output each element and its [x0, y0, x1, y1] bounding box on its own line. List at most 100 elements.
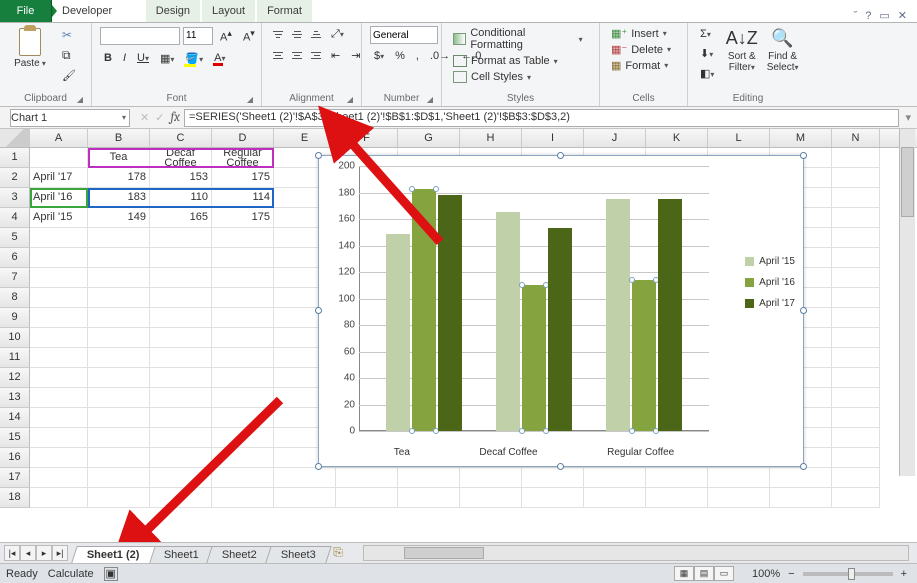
autosum-button[interactable]: Σ▾ — [696, 26, 718, 42]
cell-L18[interactable] — [708, 488, 770, 508]
cell-A14[interactable] — [30, 408, 88, 428]
cell-H18[interactable] — [460, 488, 522, 508]
cell-G17[interactable] — [398, 468, 460, 488]
chart-legend[interactable]: April '15April '16April '17 — [745, 256, 795, 309]
row-header-18[interactable]: 18 — [0, 488, 30, 508]
sort-filter-button[interactable]: A↓Z Sort & Filter▾ — [724, 26, 759, 73]
cell-N11[interactable] — [832, 348, 880, 368]
cell-N12[interactable] — [832, 368, 880, 388]
row-header-7[interactable]: 7 — [0, 268, 30, 288]
sheet-tab[interactable]: Sheet1 (2) — [71, 546, 155, 563]
column-header-F[interactable]: F — [336, 129, 398, 147]
cell-C4[interactable]: 165 — [150, 208, 212, 228]
column-header-E[interactable]: E — [274, 129, 336, 147]
cell-F18[interactable] — [336, 488, 398, 508]
cell-D8[interactable] — [212, 288, 274, 308]
cell-D2[interactable]: 175 — [212, 168, 274, 188]
cell-C18[interactable] — [150, 488, 212, 508]
cell-B15[interactable] — [88, 428, 150, 448]
cell-B13[interactable] — [88, 388, 150, 408]
cell-N9[interactable] — [832, 308, 880, 328]
row-header-1[interactable]: 1 — [0, 148, 30, 168]
bar-Decaf-Coffee-April-16[interactable] — [522, 285, 546, 431]
cell-E17[interactable] — [274, 468, 336, 488]
cell-C7[interactable] — [150, 268, 212, 288]
row-header-15[interactable]: 15 — [0, 428, 30, 448]
column-header-K[interactable]: K — [646, 129, 708, 147]
bar-Regular-Coffee-April-17[interactable] — [658, 199, 682, 431]
cell-N16[interactable] — [832, 448, 880, 468]
sheet-tab[interactable]: Sheet1 — [148, 546, 214, 563]
new-sheet-button[interactable]: ⎘ — [333, 545, 355, 561]
cell-B4[interactable]: 149 — [88, 208, 150, 228]
cell-B9[interactable] — [88, 308, 150, 328]
cell-A7[interactable] — [30, 268, 88, 288]
find-select-button[interactable]: 🔍 Find & Select▾ — [765, 26, 800, 73]
cell-B11[interactable] — [88, 348, 150, 368]
cut-button[interactable] — [58, 26, 80, 44]
last-sheet-button[interactable]: ▸| — [52, 545, 68, 561]
cell-B2[interactable]: 178 — [88, 168, 150, 188]
border-button[interactable]: ▦▾ — [156, 50, 178, 67]
page-layout-view-button[interactable]: ▤ — [694, 566, 714, 581]
expand-formula-bar-icon[interactable]: ▾ — [899, 111, 917, 124]
comma-button[interactable]: , — [412, 48, 423, 64]
status-calculate[interactable]: Calculate — [48, 568, 94, 580]
cell-A3[interactable]: April '16 — [30, 188, 88, 208]
zoom-slider[interactable] — [803, 572, 893, 576]
zoom-level[interactable]: 100% — [752, 568, 780, 580]
cell-D12[interactable] — [212, 368, 274, 388]
select-all-button[interactable] — [0, 129, 30, 147]
cell-L17[interactable] — [708, 468, 770, 488]
bar-Decaf-Coffee-April-15[interactable] — [496, 212, 520, 431]
cell-styles-button[interactable]: Cell Styles▾ — [450, 70, 591, 84]
cancel-formula-icon[interactable]: ✕ — [140, 111, 149, 124]
cell-B7[interactable] — [88, 268, 150, 288]
row-header-10[interactable]: 10 — [0, 328, 30, 348]
cell-C13[interactable] — [150, 388, 212, 408]
cell-D3[interactable]: 114 — [212, 188, 274, 208]
page-break-view-button[interactable]: ▭ — [714, 566, 734, 581]
cell-N7[interactable] — [832, 268, 880, 288]
column-header-C[interactable]: C — [150, 129, 212, 147]
tab-developer[interactable]: Developer — [52, 0, 134, 22]
column-header-H[interactable]: H — [460, 129, 522, 147]
cell-C1[interactable]: DecafCoffee — [150, 148, 212, 168]
help-icon[interactable]: ? — [865, 10, 871, 22]
cell-C5[interactable] — [150, 228, 212, 248]
row-header-9[interactable]: 9 — [0, 308, 30, 328]
cell-D13[interactable] — [212, 388, 274, 408]
percent-button[interactable]: % — [391, 48, 409, 64]
cell-A6[interactable] — [30, 248, 88, 268]
chart-tab-design[interactable]: Design — [146, 0, 200, 22]
cell-J18[interactable] — [584, 488, 646, 508]
enter-formula-icon[interactable]: ✓ — [155, 111, 164, 124]
cell-B1[interactable]: Tea — [88, 148, 150, 168]
cell-K17[interactable] — [646, 468, 708, 488]
cell-N5[interactable] — [832, 228, 880, 248]
cell-N17[interactable] — [832, 468, 880, 488]
cell-B17[interactable] — [88, 468, 150, 488]
cell-D11[interactable] — [212, 348, 274, 368]
paste-button[interactable]: Paste ▾ — [8, 26, 52, 69]
cell-A17[interactable] — [30, 468, 88, 488]
font-color-button[interactable]: A▾ — [210, 50, 229, 66]
cell-N14[interactable] — [832, 408, 880, 428]
cell-A15[interactable] — [30, 428, 88, 448]
cell-A10[interactable] — [30, 328, 88, 348]
align-right-button[interactable] — [308, 48, 324, 63]
column-header-N[interactable]: N — [832, 129, 880, 147]
cell-B10[interactable] — [88, 328, 150, 348]
cell-A16[interactable] — [30, 448, 88, 468]
column-header-M[interactable]: M — [770, 129, 832, 147]
column-header-L[interactable]: L — [708, 129, 770, 147]
align-center-button[interactable] — [289, 48, 305, 63]
cell-C6[interactable] — [150, 248, 212, 268]
cell-C11[interactable] — [150, 348, 212, 368]
cell-A2[interactable]: April '17 — [30, 168, 88, 188]
decrease-indent-button[interactable]: ⇤ — [327, 47, 344, 64]
grow-font-button[interactable]: A▴ — [216, 26, 236, 46]
cell-C15[interactable] — [150, 428, 212, 448]
column-header-A[interactable]: A — [30, 129, 88, 147]
column-header-I[interactable]: I — [522, 129, 584, 147]
